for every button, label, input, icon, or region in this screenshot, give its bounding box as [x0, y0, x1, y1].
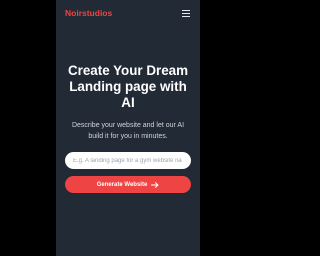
- website-description-input[interactable]: [65, 152, 191, 169]
- navbar: Noirstudios: [56, 0, 200, 28]
- hero-subtitle: Describe your website and let our AI bui…: [71, 122, 185, 140]
- generate-button-label: Generate Website: [96, 181, 148, 188]
- menu-bar: [182, 10, 190, 11]
- hero-title: Create Your Dream Landing page with AI: [67, 63, 189, 110]
- arrow-right-icon: [151, 181, 159, 188]
- brand-logo[interactable]: Noirstudios: [65, 8, 112, 19]
- hamburger-menu-icon[interactable]: [182, 10, 190, 17]
- menu-bar: [182, 16, 190, 17]
- generate-website-button[interactable]: Generate Website: [65, 176, 191, 193]
- mobile-screen: Noirstudios Create Your Dream Landing pa…: [56, 0, 200, 256]
- menu-bar: [182, 13, 190, 14]
